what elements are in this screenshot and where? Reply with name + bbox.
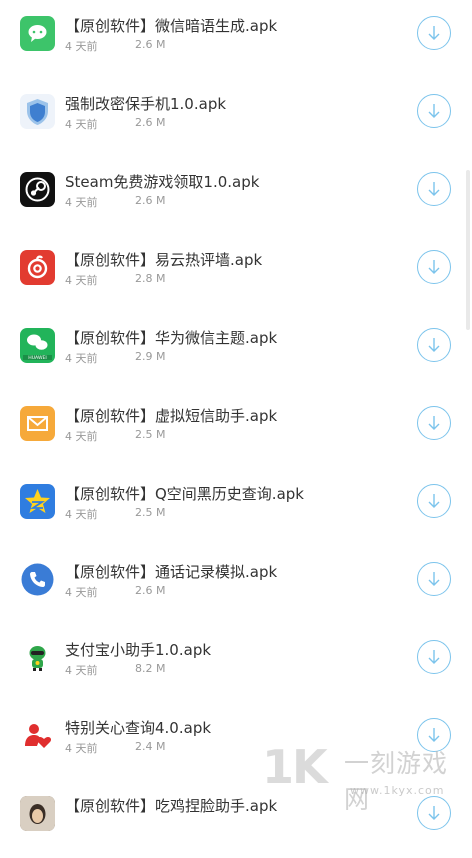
list-item[interactable]: 【原创软件】易云热评墙.apk 4 天前 2.8 M xyxy=(0,234,472,312)
arrow-down-icon xyxy=(428,338,440,352)
avatar-icon xyxy=(20,796,55,831)
item-title[interactable]: 【原创软件】虚拟短信助手.apk xyxy=(65,405,277,426)
arrow-down-icon xyxy=(428,416,440,430)
item-size: 2.9 M xyxy=(135,350,166,363)
download-button[interactable] xyxy=(417,250,451,284)
item-title[interactable]: 【原创软件】通话记录模拟.apk xyxy=(65,561,277,582)
item-meta: 4 天前 2.9 M xyxy=(65,350,165,366)
shield-icon xyxy=(20,94,55,129)
svg-text:HUAWEI: HUAWEI xyxy=(28,355,47,361)
arrow-down-icon xyxy=(428,104,440,118)
item-meta: 4 天前 2.8 M xyxy=(65,272,165,288)
item-size: 2.5 M xyxy=(135,506,166,519)
item-time: 4 天前 xyxy=(65,742,98,755)
list-item[interactable]: 【原创软件】微信暗语生成.apk 4 天前 2.6 M xyxy=(0,0,472,78)
item-size: 2.8 M xyxy=(135,272,166,285)
scrollbar[interactable] xyxy=(466,170,470,330)
download-button[interactable] xyxy=(417,562,451,596)
envelope-icon xyxy=(20,406,55,441)
item-meta: 4 天前 2.6 M xyxy=(65,194,165,210)
arrow-down-icon xyxy=(428,26,440,40)
item-time: 4 天前 xyxy=(65,430,98,443)
arrow-down-icon xyxy=(428,182,440,196)
item-size: 2.6 M xyxy=(135,38,166,51)
list-item[interactable]: HUAWEI 【原创软件】华为微信主题.apk 4 天前 2.9 M xyxy=(0,312,472,390)
item-size: 8.2 M xyxy=(135,662,166,675)
download-button[interactable] xyxy=(417,94,451,128)
item-meta: 4 天前 2.6 M xyxy=(65,38,165,54)
watermark-logo: 1K xyxy=(262,740,328,794)
download-button[interactable] xyxy=(417,172,451,206)
download-button[interactable] xyxy=(417,16,451,50)
item-title[interactable]: 【原创软件】Q空间黑历史查询.apk xyxy=(65,483,304,504)
item-size: 2.6 M xyxy=(135,194,166,207)
item-time: 4 天前 xyxy=(65,196,98,209)
item-time: 4 天前 xyxy=(65,664,98,677)
netease-music-icon xyxy=(20,250,55,285)
item-time: 4 天前 xyxy=(65,118,98,131)
item-title[interactable]: Steam免费游戏领取1.0.apk xyxy=(65,171,259,192)
item-meta: 4 天前 2.6 M xyxy=(65,584,165,600)
list-item[interactable]: 支付宝小助手1.0.apk 4 天前 8.2 M xyxy=(0,624,472,702)
item-meta: 4 天前 2.5 M xyxy=(65,428,165,444)
phone-icon xyxy=(20,562,55,597)
download-button[interactable] xyxy=(417,406,451,440)
arrow-down-icon xyxy=(428,572,440,586)
watermark-name: 一刻游戏网 xyxy=(344,749,449,814)
item-time: 4 天前 xyxy=(65,352,98,365)
item-time: 4 天前 xyxy=(65,508,98,521)
item-size: 2.5 M xyxy=(135,428,166,441)
item-title[interactable]: 【原创软件】吃鸡捏脸助手.apk xyxy=(65,795,277,816)
item-title[interactable]: 【原创软件】微信暗语生成.apk xyxy=(65,15,277,36)
download-button[interactable] xyxy=(417,484,451,518)
item-size: 2.6 M xyxy=(135,584,166,597)
item-meta: 4 天前 8.2 M xyxy=(65,662,165,678)
robot-icon xyxy=(20,640,55,675)
wechat-chat-icon xyxy=(20,16,55,51)
arrow-down-icon xyxy=(428,650,440,664)
item-meta: 4 天前 2.6 M xyxy=(65,116,165,132)
item-title[interactable]: 特别关心查询4.0.apk xyxy=(65,717,211,738)
download-button[interactable] xyxy=(417,640,451,674)
item-meta: 4 天前 2.4 M xyxy=(65,740,165,756)
steam-icon xyxy=(20,172,55,207)
arrow-down-icon xyxy=(428,260,440,274)
item-title[interactable]: 【原创软件】易云热评墙.apk xyxy=(65,249,262,270)
qzone-star-icon xyxy=(20,484,55,519)
item-title[interactable]: 支付宝小助手1.0.apk xyxy=(65,639,211,660)
arrow-down-icon xyxy=(428,494,440,508)
item-title[interactable]: 强制改密保手机1.0.apk xyxy=(65,93,226,114)
item-title[interactable]: 【原创软件】华为微信主题.apk xyxy=(65,327,277,348)
item-size: 2.4 M xyxy=(135,740,166,753)
list-item[interactable]: Steam免费游戏领取1.0.apk 4 天前 2.6 M xyxy=(0,156,472,234)
list-item[interactable]: 【原创软件】通话记录模拟.apk 4 天前 2.6 M xyxy=(0,546,472,624)
item-time: 4 天前 xyxy=(65,274,98,287)
list-item[interactable]: 强制改密保手机1.0.apk 4 天前 2.6 M xyxy=(0,78,472,156)
huawei-wechat-icon: HUAWEI xyxy=(20,328,55,363)
item-size: 2.6 M xyxy=(135,116,166,129)
item-time: 4 天前 xyxy=(65,586,98,599)
heart-person-icon xyxy=(20,718,55,753)
list-item[interactable]: 【原创软件】Q空间黑历史查询.apk 4 天前 2.5 M xyxy=(0,468,472,546)
list-item[interactable]: 【原创软件】虚拟短信助手.apk 4 天前 2.5 M xyxy=(0,390,472,468)
download-button[interactable] xyxy=(417,328,451,362)
item-time: 4 天前 xyxy=(65,40,98,53)
watermark-url: www.1kyx.com xyxy=(350,784,445,797)
item-meta: 4 天前 2.5 M xyxy=(65,506,165,522)
watermark: 1K 一刻游戏网 www.1kyx.com xyxy=(262,740,472,814)
